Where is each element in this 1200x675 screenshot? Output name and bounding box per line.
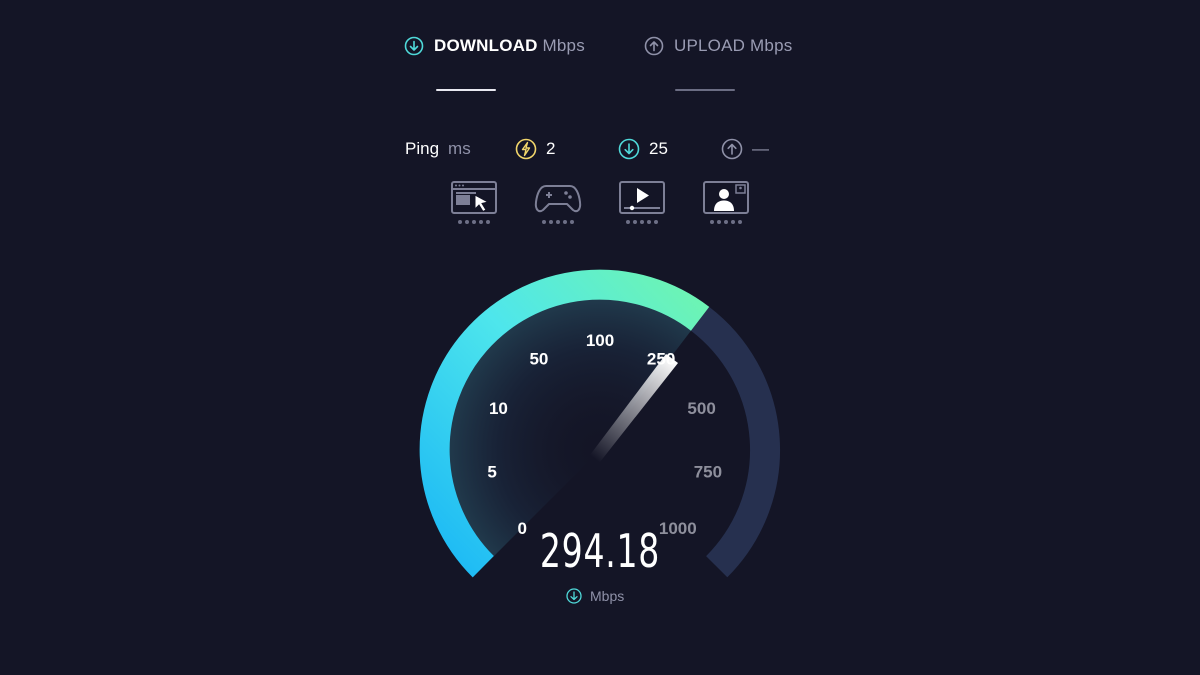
- scale-label: 500: [687, 399, 715, 418]
- web-browsing-icon: [451, 181, 497, 214]
- activity-gaming: [534, 180, 582, 230]
- ping-idle-value: 2: [546, 139, 556, 158]
- gauge-track: [690, 306, 780, 578]
- upload-arrow-icon: [721, 138, 743, 160]
- tab-download-label: DOWNLOAD: [434, 36, 538, 55]
- tab-upload[interactable]: UPLOAD Mbps: [644, 36, 792, 56]
- tab-download-indicator: [436, 89, 496, 91]
- scale-label: 100: [586, 331, 614, 350]
- download-arrow-icon: [566, 588, 582, 604]
- download-arrow-icon: [404, 36, 424, 56]
- scale-label: 0: [517, 519, 526, 538]
- video-call-icon: [703, 181, 749, 214]
- scale-label: 50: [529, 350, 548, 369]
- ping-label: Ping: [405, 139, 440, 158]
- download-arrow-icon: [618, 138, 640, 160]
- ping-upload-value: —: [752, 139, 769, 158]
- scale-label: 750: [694, 463, 722, 482]
- speed-value: 294.18: [539, 524, 661, 578]
- activity-web-browsing: [450, 180, 498, 230]
- tab-upload-indicator: [675, 89, 735, 91]
- speed-unit: Mbps: [590, 588, 625, 604]
- tab-upload-unit: Mbps: [750, 36, 793, 55]
- ping-label-group: Ping ms: [405, 137, 471, 161]
- upload-arrow-icon: [644, 36, 664, 56]
- rating-dots: [534, 220, 582, 224]
- speed-unit-group: Mbps: [566, 588, 624, 604]
- ping-upload-metric: —: [721, 137, 769, 161]
- activity-video-streaming: [618, 180, 666, 230]
- tab-download[interactable]: DOWNLOAD Mbps: [404, 36, 585, 56]
- scale-label: 5: [487, 463, 496, 482]
- tab-download-unit: Mbps: [542, 36, 585, 55]
- lightning-icon: [515, 138, 537, 160]
- rating-dots: [450, 220, 498, 224]
- ping-download-metric: 25: [618, 137, 668, 161]
- ping-download-value: 25: [649, 139, 668, 158]
- rating-dots: [702, 220, 750, 224]
- gaming-controller-icon: [534, 185, 582, 213]
- activity-video-call: [702, 180, 750, 230]
- tab-upload-label: UPLOAD: [674, 36, 746, 55]
- scale-label: 10: [489, 399, 508, 418]
- ping-idle-metric: 2: [515, 137, 555, 161]
- video-streaming-icon: [619, 181, 665, 214]
- rating-dots: [618, 220, 666, 224]
- ping-unit: ms: [448, 139, 471, 158]
